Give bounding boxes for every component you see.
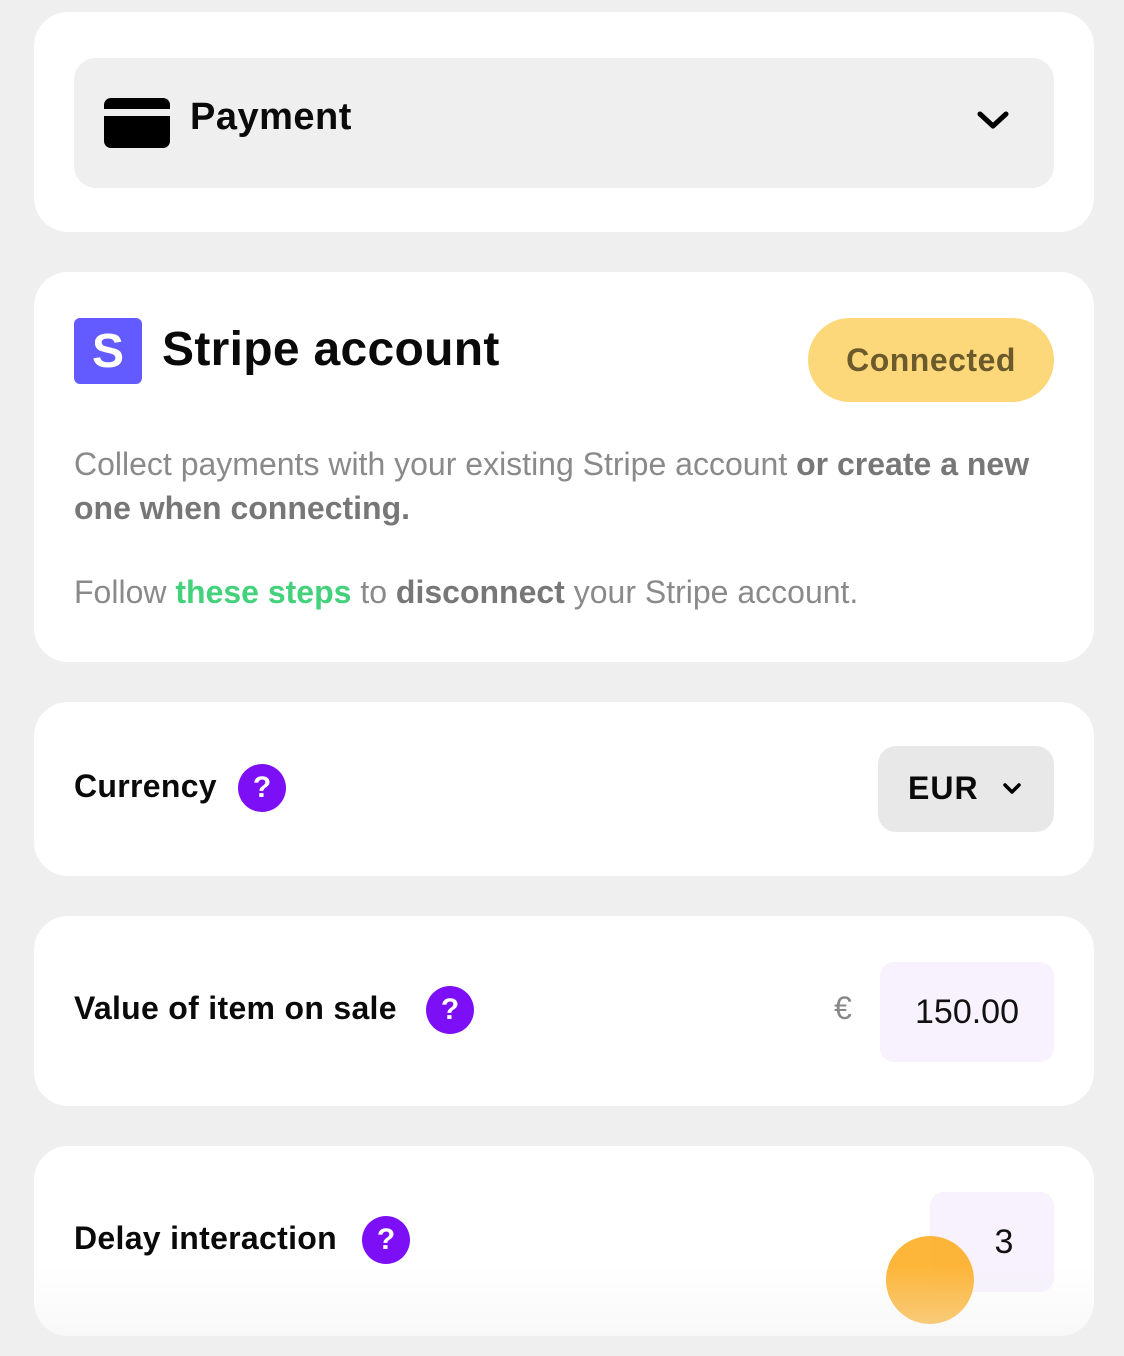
chevron-down-icon: [977, 111, 1009, 129]
stripe-account-card: S Stripe account Connected Collect payme…: [34, 272, 1094, 662]
payment-title: Payment: [190, 96, 352, 138]
currency-symbol: €: [834, 990, 852, 1026]
disconnect-emphasis: disconnect: [395, 574, 565, 610]
these-steps-link[interactable]: these steps: [175, 574, 351, 610]
currency-card: Currency ? EUR: [34, 702, 1094, 876]
currency-value: EUR: [908, 770, 979, 806]
disconnect-instructions: Follow these steps to disconnect your St…: [74, 570, 1054, 614]
item-value-label: Value of item on sale: [74, 990, 397, 1026]
follow-to-text: to: [351, 574, 396, 610]
payment-section-dropdown[interactable]: Payment: [74, 58, 1054, 188]
currency-select[interactable]: EUR: [878, 746, 1054, 832]
chevron-down-icon: [1003, 783, 1021, 794]
item-value-help-icon[interactable]: ?: [426, 986, 474, 1034]
description-text: Collect payments with your existing Stri…: [74, 446, 797, 482]
item-value-input[interactable]: [880, 962, 1054, 1062]
follow-suffix-text: your Stripe account.: [564, 574, 859, 610]
delay-help-icon[interactable]: ?: [362, 1216, 410, 1264]
touch-cursor-indicator: [886, 1236, 974, 1324]
status-badge: Connected: [808, 318, 1054, 402]
stripe-logo-icon: S: [74, 318, 142, 384]
follow-text: Follow: [74, 574, 176, 610]
credit-card-icon: [104, 98, 170, 148]
currency-label: Currency: [74, 768, 217, 804]
currency-help-icon[interactable]: ?: [238, 764, 286, 812]
delay-label: Delay interaction: [74, 1220, 337, 1256]
stripe-description: Collect payments with your existing Stri…: [74, 442, 1054, 530]
payment-card: Payment: [34, 12, 1094, 232]
stripe-title: Stripe account: [162, 323, 500, 376]
item-value-card: Value of item on sale ? €: [34, 916, 1094, 1106]
